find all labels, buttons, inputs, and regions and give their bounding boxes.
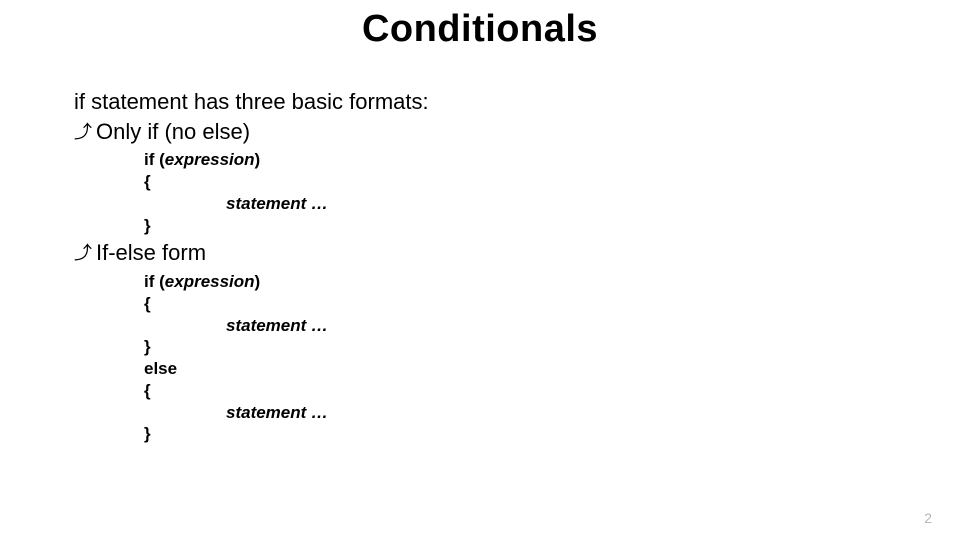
open-brace: {	[144, 171, 886, 193]
statement-text: statement …	[144, 193, 328, 215]
statement-text: statement …	[144, 402, 328, 424]
bullet-if-else: ⤴If-else form	[74, 238, 886, 269]
slide-title: Conditionals	[0, 8, 960, 51]
intro-text: if statement has three basic formats:	[74, 88, 886, 117]
code-line: if (expression)	[144, 149, 886, 171]
code-line: if (expression)	[144, 271, 886, 293]
close-brace: }	[144, 215, 886, 237]
open-brace: {	[144, 293, 886, 315]
slide: Conditionals if statement has three basi…	[0, 0, 960, 540]
code-block-if-else: if (expression) { statement … } else { s…	[144, 271, 886, 445]
if-keyword: if (	[144, 272, 165, 291]
bullet-if-else-label: If-else form	[96, 240, 206, 265]
close-paren: )	[255, 272, 261, 291]
bullet-only-if-label: Only if (no else)	[96, 119, 250, 144]
expression-text: expression	[165, 150, 255, 169]
else-keyword: else	[144, 358, 886, 380]
open-brace: {	[144, 380, 886, 402]
bullet-only-if: ⤴Only if (no else)	[74, 117, 886, 148]
close-paren: )	[255, 150, 261, 169]
statement-text: statement …	[144, 315, 328, 337]
if-keyword: if (	[144, 150, 165, 169]
code-block-only-if: if (expression) { statement … }	[144, 149, 886, 236]
bullet-arrow-icon: ⤴	[74, 241, 92, 266]
slide-body: if statement has three basic formats: ⤴O…	[74, 88, 886, 447]
close-brace: }	[144, 423, 886, 445]
bullet-arrow-icon: ⤴	[74, 120, 92, 145]
page-number: 2	[924, 510, 932, 526]
expression-text: expression	[165, 272, 255, 291]
close-brace: }	[144, 336, 886, 358]
